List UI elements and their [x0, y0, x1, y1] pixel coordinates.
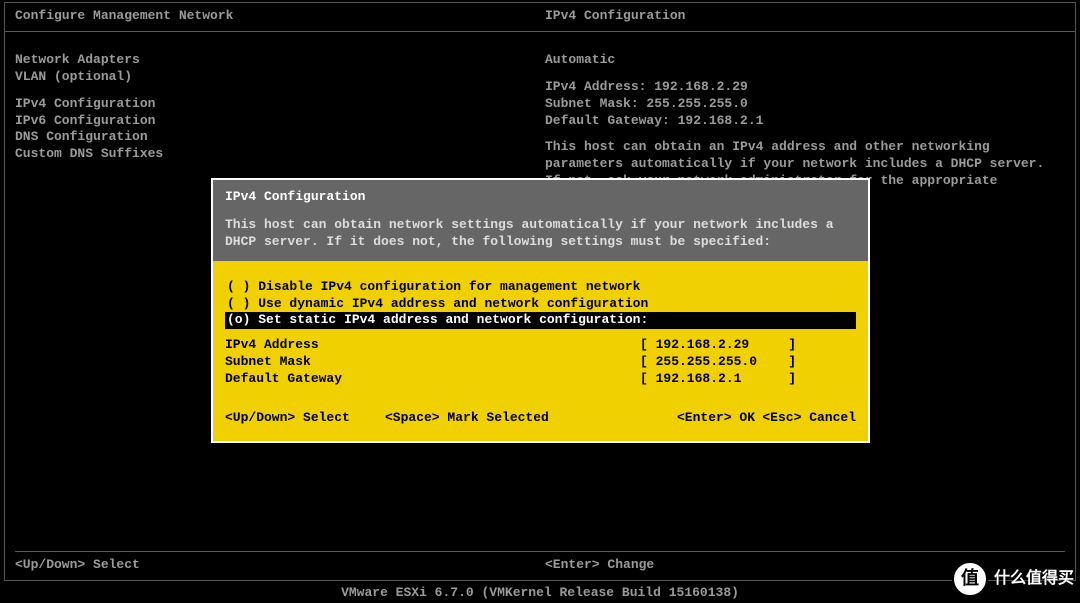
dialog-description: This host can obtain network settings au… — [225, 216, 856, 251]
menu-item-dns-config[interactable]: DNS Configuration — [15, 129, 545, 146]
field-value-input[interactable]: [ 255.255.255.0 ] — [640, 354, 856, 371]
dialog-options: ( ) Disable IPv4 configuration for manag… — [225, 279, 856, 330]
hint-enter-ok[interactable]: <Enter> OK — [645, 410, 755, 427]
field-row-1: Subnet Mask[ 255.255.255.0 ] — [225, 354, 856, 371]
radio-option-label: Disable IPv4 configuration for managemen… — [258, 279, 640, 294]
radio-option-1[interactable]: ( ) Use dynamic IPv4 address and network… — [225, 296, 856, 313]
menu-item-custom-dns[interactable]: Custom DNS Suffixes — [15, 146, 545, 163]
field-label: Default Gateway — [225, 371, 640, 388]
radio-option-2[interactable]: (o) Set static IPv4 address and network … — [225, 312, 856, 329]
footer-hints: <Up/Down> Select <Enter> Change — [15, 551, 1065, 574]
field-row-2: Default Gateway[ 192.168.2.1 ] — [225, 371, 856, 388]
field-value-input[interactable]: [ 192.168.2.1 ] — [640, 371, 856, 388]
info-ipv4-address: IPv4 Address: 192.168.2.29 — [545, 79, 1065, 96]
watermark-badge-icon: 值 — [952, 561, 988, 597]
hint-space: <Space> Mark Selected — [385, 410, 645, 427]
hint-esc-cancel[interactable]: <Esc> Cancel — [755, 410, 856, 427]
info-subnet-mask: Subnet Mask: 255.255.255.0 — [545, 96, 1065, 113]
automatic-label: Automatic — [545, 52, 1065, 69]
ipv4-config-dialog: IPv4 Configuration This host can obtain … — [211, 178, 870, 443]
watermark-text: 什么值得买 — [994, 569, 1074, 590]
field-row-0: IPv4 Address[ 192.168.2.29 ] — [225, 337, 856, 354]
menu-item-network-adapters[interactable]: Network Adapters — [15, 52, 545, 69]
menu-item-ipv6-config[interactable]: IPv6 Configuration — [15, 113, 545, 130]
radio-option-label: Use dynamic IPv4 address and network con… — [258, 296, 648, 311]
radio-mark-icon: (o) — [227, 312, 258, 327]
menu-item-ipv4-config[interactable]: IPv4 Configuration — [15, 96, 545, 113]
field-value-input[interactable]: [ 192.168.2.29 ] — [640, 337, 856, 354]
page-title-left: Configure Management Network — [15, 8, 545, 25]
watermark: 值 什么值得买 — [952, 561, 1074, 597]
header: Configure Management Network IPv4 Config… — [5, 3, 1075, 32]
hint-updown-select: <Up/Down> Select — [15, 557, 545, 574]
menu-item-vlan[interactable]: VLAN (optional) — [15, 69, 545, 86]
radio-mark-icon: ( ) — [227, 279, 258, 294]
info-default-gateway: Default Gateway: 192.168.2.1 — [545, 113, 1065, 130]
dialog-fields: IPv4 Address[ 192.168.2.29 ]Subnet Mask[… — [225, 337, 856, 388]
radio-option-label: Set static IPv4 address and network conf… — [258, 312, 648, 327]
field-label: Subnet Mask — [225, 354, 640, 371]
field-label: IPv4 Address — [225, 337, 640, 354]
radio-option-0[interactable]: ( ) Disable IPv4 configuration for manag… — [225, 279, 856, 296]
radio-mark-icon: ( ) — [227, 296, 258, 311]
version-bar: VMware ESXi 6.7.0 (VMKernel Release Buil… — [0, 583, 1080, 603]
page-title-right: IPv4 Configuration — [545, 8, 1065, 25]
dialog-title: IPv4 Configuration — [225, 188, 856, 206]
hint-updown: <Up/Down> Select — [225, 410, 385, 427]
